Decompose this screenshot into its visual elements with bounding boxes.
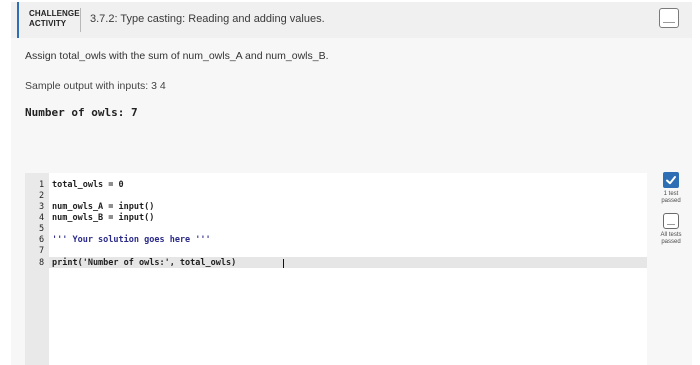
activity-type-line1: CHALLENGE <box>29 9 80 18</box>
editor-gutter <box>25 173 49 365</box>
first-test-status-line1: 1 test <box>663 191 679 197</box>
activity-title: 3.7.2: Type casting: Reading and adding … <box>90 13 325 25</box>
all-tests-checkbox-icon <box>663 213 679 229</box>
line-number: 3 <box>39 202 45 212</box>
code-line[interactable]: print('Number of owls:', total_owls) <box>52 258 236 268</box>
first-test-status-line2: passed <box>661 198 681 204</box>
sample-output: Number of owls: 7 <box>25 106 138 119</box>
all-tests-status-line2: passed <box>661 239 681 245</box>
code-line[interactable]: total_owls = 0 <box>52 180 124 190</box>
activity-type-label: CHALLENGE ACTIVITY <box>29 9 80 29</box>
line-number: 4 <box>39 213 45 223</box>
line-number: 8 <box>39 258 45 268</box>
code-line[interactable]: ''' Your solution goes here ''' <box>52 235 211 245</box>
line-number: 5 <box>39 224 45 234</box>
line-number: 2 <box>39 191 45 201</box>
all-tests-status-line1: All tests <box>660 232 682 238</box>
header-accent-bar <box>17 2 19 38</box>
line-number: 7 <box>39 246 45 256</box>
all-tests-status: All tests passed <box>650 232 692 246</box>
code-line[interactable]: num_owls_B = input() <box>52 213 154 223</box>
code-line[interactable]: num_owls_A = input() <box>52 202 154 212</box>
line-number: 6 <box>39 235 45 245</box>
sample-label: Sample output with inputs: 3 4 <box>25 80 166 92</box>
first-test-status: 1 test passed <box>650 191 692 205</box>
instructions-text: Assign total_owls with the sum of num_ow… <box>25 50 329 62</box>
line-number: 1 <box>39 180 45 190</box>
text-cursor <box>283 259 284 268</box>
activity-type-line2: ACTIVITY <box>29 19 67 28</box>
code-editor[interactable]: 1 2 3 4 5 6 7 8 total_owls = 0 num_owls_… <box>25 173 647 365</box>
completion-checkbox-icon <box>659 8 679 28</box>
header-divider <box>80 8 81 32</box>
checkmark-icon <box>663 172 679 188</box>
